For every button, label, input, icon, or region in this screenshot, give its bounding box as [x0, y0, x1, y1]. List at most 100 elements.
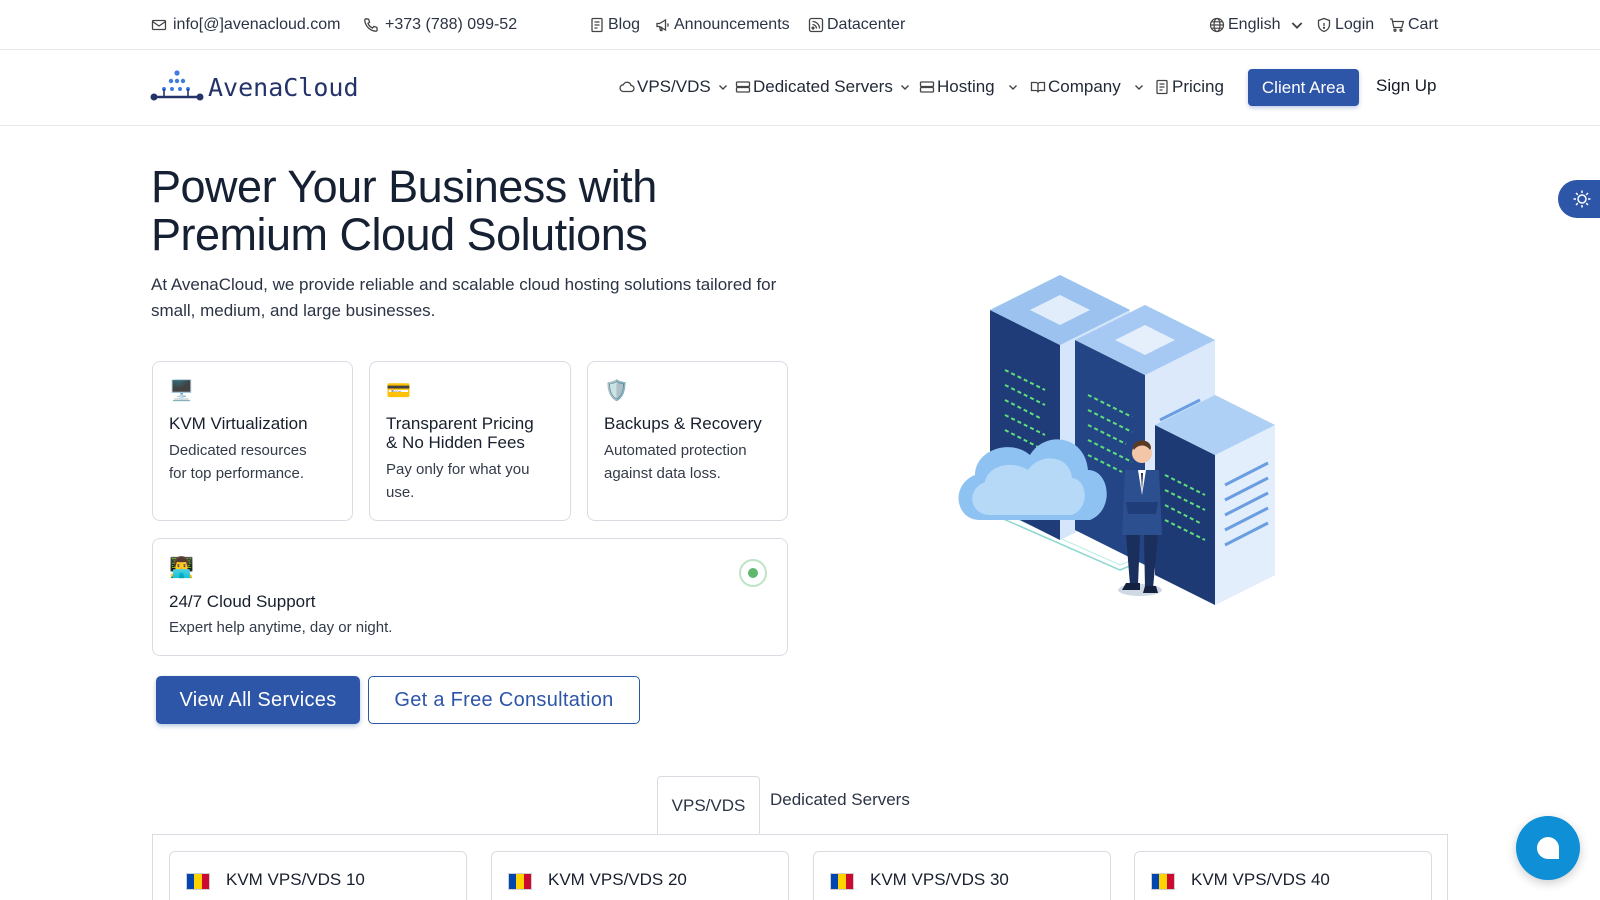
language-selector[interactable]: English — [1209, 14, 1305, 36]
feature-title-line2: & No Hidden Fees — [386, 433, 525, 452]
feature-card-backups: 🛡️ Backups & Recovery Automated protecti… — [587, 361, 788, 521]
chevron-down-icon — [1292, 22, 1303, 29]
computer-icon: 🖥️ — [169, 380, 194, 402]
shield-icon: 🛡️ — [604, 380, 629, 402]
book-icon — [1030, 81, 1046, 93]
announcements-text: Announcements — [674, 16, 790, 33]
feature-desc: Dedicated resources for top performance. — [169, 439, 307, 485]
cart-icon — [1390, 18, 1405, 32]
hero-title: Power Your Business with Premium Cloud S… — [151, 163, 657, 259]
blog-text: Blog — [608, 16, 641, 33]
chevron-down-icon — [718, 85, 727, 90]
logo-mark-icon — [150, 70, 204, 101]
plan-card[interactable]: KVM VPS/VDS 40 — [1134, 851, 1432, 900]
rss-icon — [808, 17, 824, 33]
chat-button[interactable] — [1516, 816, 1580, 880]
server-icon — [919, 81, 935, 93]
chevron-down-icon — [900, 85, 909, 90]
blog-icon — [591, 17, 603, 33]
email-text: info[@]avenacloud.com — [173, 16, 341, 33]
sun-icon — [1573, 190, 1591, 208]
feature-title: 24/7 Cloud Support — [169, 592, 316, 611]
server-illustration — [958, 275, 1275, 605]
tab-vps[interactable]: VPS/VDS — [657, 776, 760, 834]
cart-text: Cart — [1408, 16, 1439, 33]
feature-desc: Pay only for what you use. — [386, 458, 529, 504]
cloud-icon — [619, 81, 635, 93]
blog-link[interactable]: Blog — [589, 14, 640, 36]
email-link[interactable]: info[@]avenacloud.com — [151, 14, 340, 36]
chat-icon — [1537, 837, 1559, 859]
document-icon — [1156, 79, 1168, 95]
feature-desc-line1: Automated protection — [604, 442, 747, 459]
server-icon — [735, 81, 751, 93]
feature-title: Transparent Pricing & No Hidden Fees — [386, 414, 534, 452]
nav-vps-label: VPS/VDS — [637, 77, 711, 96]
logo-text: AvenaCloud — [208, 73, 359, 102]
feature-title: KVM Virtualization — [169, 414, 308, 433]
plan-name: KVM VPS/VDS 20 — [548, 870, 687, 889]
chevron-down-icon — [1008, 85, 1017, 90]
technologist-icon: 👨‍💻 — [169, 557, 194, 579]
feature-desc-line1: Pay only for what you — [386, 461, 530, 478]
moldova-flag-icon — [186, 873, 210, 890]
chevron-down-icon — [1134, 85, 1143, 90]
announcements-link[interactable]: Announcements — [655, 14, 790, 36]
datacenter-link[interactable]: Datacenter — [808, 14, 905, 36]
nav-pricing-label: Pricing — [1172, 77, 1224, 96]
tab-dedicated-servers[interactable]: Dedicated Servers — [770, 790, 910, 810]
globe-icon — [1209, 17, 1225, 33]
plan-card[interactable]: KVM VPS/VDS 10 — [169, 851, 467, 900]
sign-up-link[interactable]: Sign Up — [1376, 76, 1436, 96]
phone-text: +373 (788) 099-52 — [385, 16, 518, 33]
logo[interactable]: AvenaCloud — [150, 70, 359, 102]
nav-company-label: Company — [1048, 77, 1121, 96]
status-indicator — [739, 559, 767, 587]
credit-card-icon: 💳 — [386, 380, 411, 402]
feature-desc: Automated protection against data loss. — [604, 439, 747, 485]
hero-subtitle: At AvenaCloud, we provide reliable and s… — [151, 275, 777, 320]
plan-name: KVM VPS/VDS 40 — [1191, 870, 1330, 889]
plan-card[interactable]: KVM VPS/VDS 30 — [813, 851, 1111, 900]
moldova-flag-icon — [830, 873, 854, 890]
datacenter-text: Datacenter — [827, 16, 906, 33]
mail-icon — [151, 19, 167, 31]
client-area-button[interactable]: Client Area — [1248, 69, 1359, 106]
feature-title-line1: Transparent Pricing — [386, 414, 534, 433]
free-consultation-button[interactable]: Get a Free Consultation — [368, 676, 640, 724]
nav-dedicated-servers[interactable]: Dedicated Servers — [735, 75, 911, 99]
top-bar: info[@]avenacloud.com +373 (788) 099-52 … — [0, 0, 1600, 50]
feature-desc-line2: against data loss. — [604, 465, 721, 482]
login-link[interactable]: Login — [1316, 14, 1374, 36]
hero-title-line2: Premium Cloud Solutions — [151, 209, 648, 260]
feature-title: Backups & Recovery — [604, 414, 762, 433]
plan-name: KVM VPS/VDS 30 — [870, 870, 1009, 889]
feature-desc: Expert help anytime, day or night. — [169, 619, 393, 636]
feature-card-support: 👨‍💻 24/7 Cloud Support Expert help anyti… — [152, 538, 788, 656]
cart-link[interactable]: Cart — [1389, 14, 1438, 36]
login-text: Login — [1335, 16, 1375, 33]
megaphone-icon — [656, 18, 669, 32]
moldova-flag-icon — [1151, 873, 1175, 890]
plan-card[interactable]: KVM VPS/VDS 20 — [491, 851, 789, 900]
feature-desc-line1: Dedicated resources — [169, 442, 307, 459]
main-header: AvenaCloud VPS/VDS Dedicated Servers Hos… — [0, 50, 1600, 126]
nav-hosting-label: Hosting — [937, 77, 995, 96]
shield-icon — [1317, 17, 1331, 33]
nav-hosting[interactable]: Hosting — [919, 75, 1019, 99]
language-text: English — [1228, 16, 1281, 33]
nav-company[interactable]: Company — [1030, 75, 1145, 99]
nav-vps[interactable]: VPS/VDS — [619, 75, 729, 99]
plan-name: KVM VPS/VDS 10 — [226, 870, 365, 889]
phone-link[interactable]: +373 (788) 099-52 — [363, 14, 517, 36]
feature-desc-line2: for top performance. — [169, 465, 305, 482]
nav-pricing[interactable]: Pricing — [1154, 75, 1224, 99]
theme-toggle[interactable] — [1558, 180, 1600, 218]
hero-title-line1: Power Your Business with — [151, 161, 657, 212]
phone-icon — [364, 18, 378, 32]
feature-card-kvm: 🖥️ KVM Virtualization Dedicated resource… — [152, 361, 353, 521]
feature-card-pricing: 💳 Transparent Pricing & No Hidden Fees P… — [369, 361, 571, 521]
view-all-services-button[interactable]: View All Services — [156, 676, 360, 724]
moldova-flag-icon — [508, 873, 532, 890]
status-dot — [748, 568, 758, 578]
